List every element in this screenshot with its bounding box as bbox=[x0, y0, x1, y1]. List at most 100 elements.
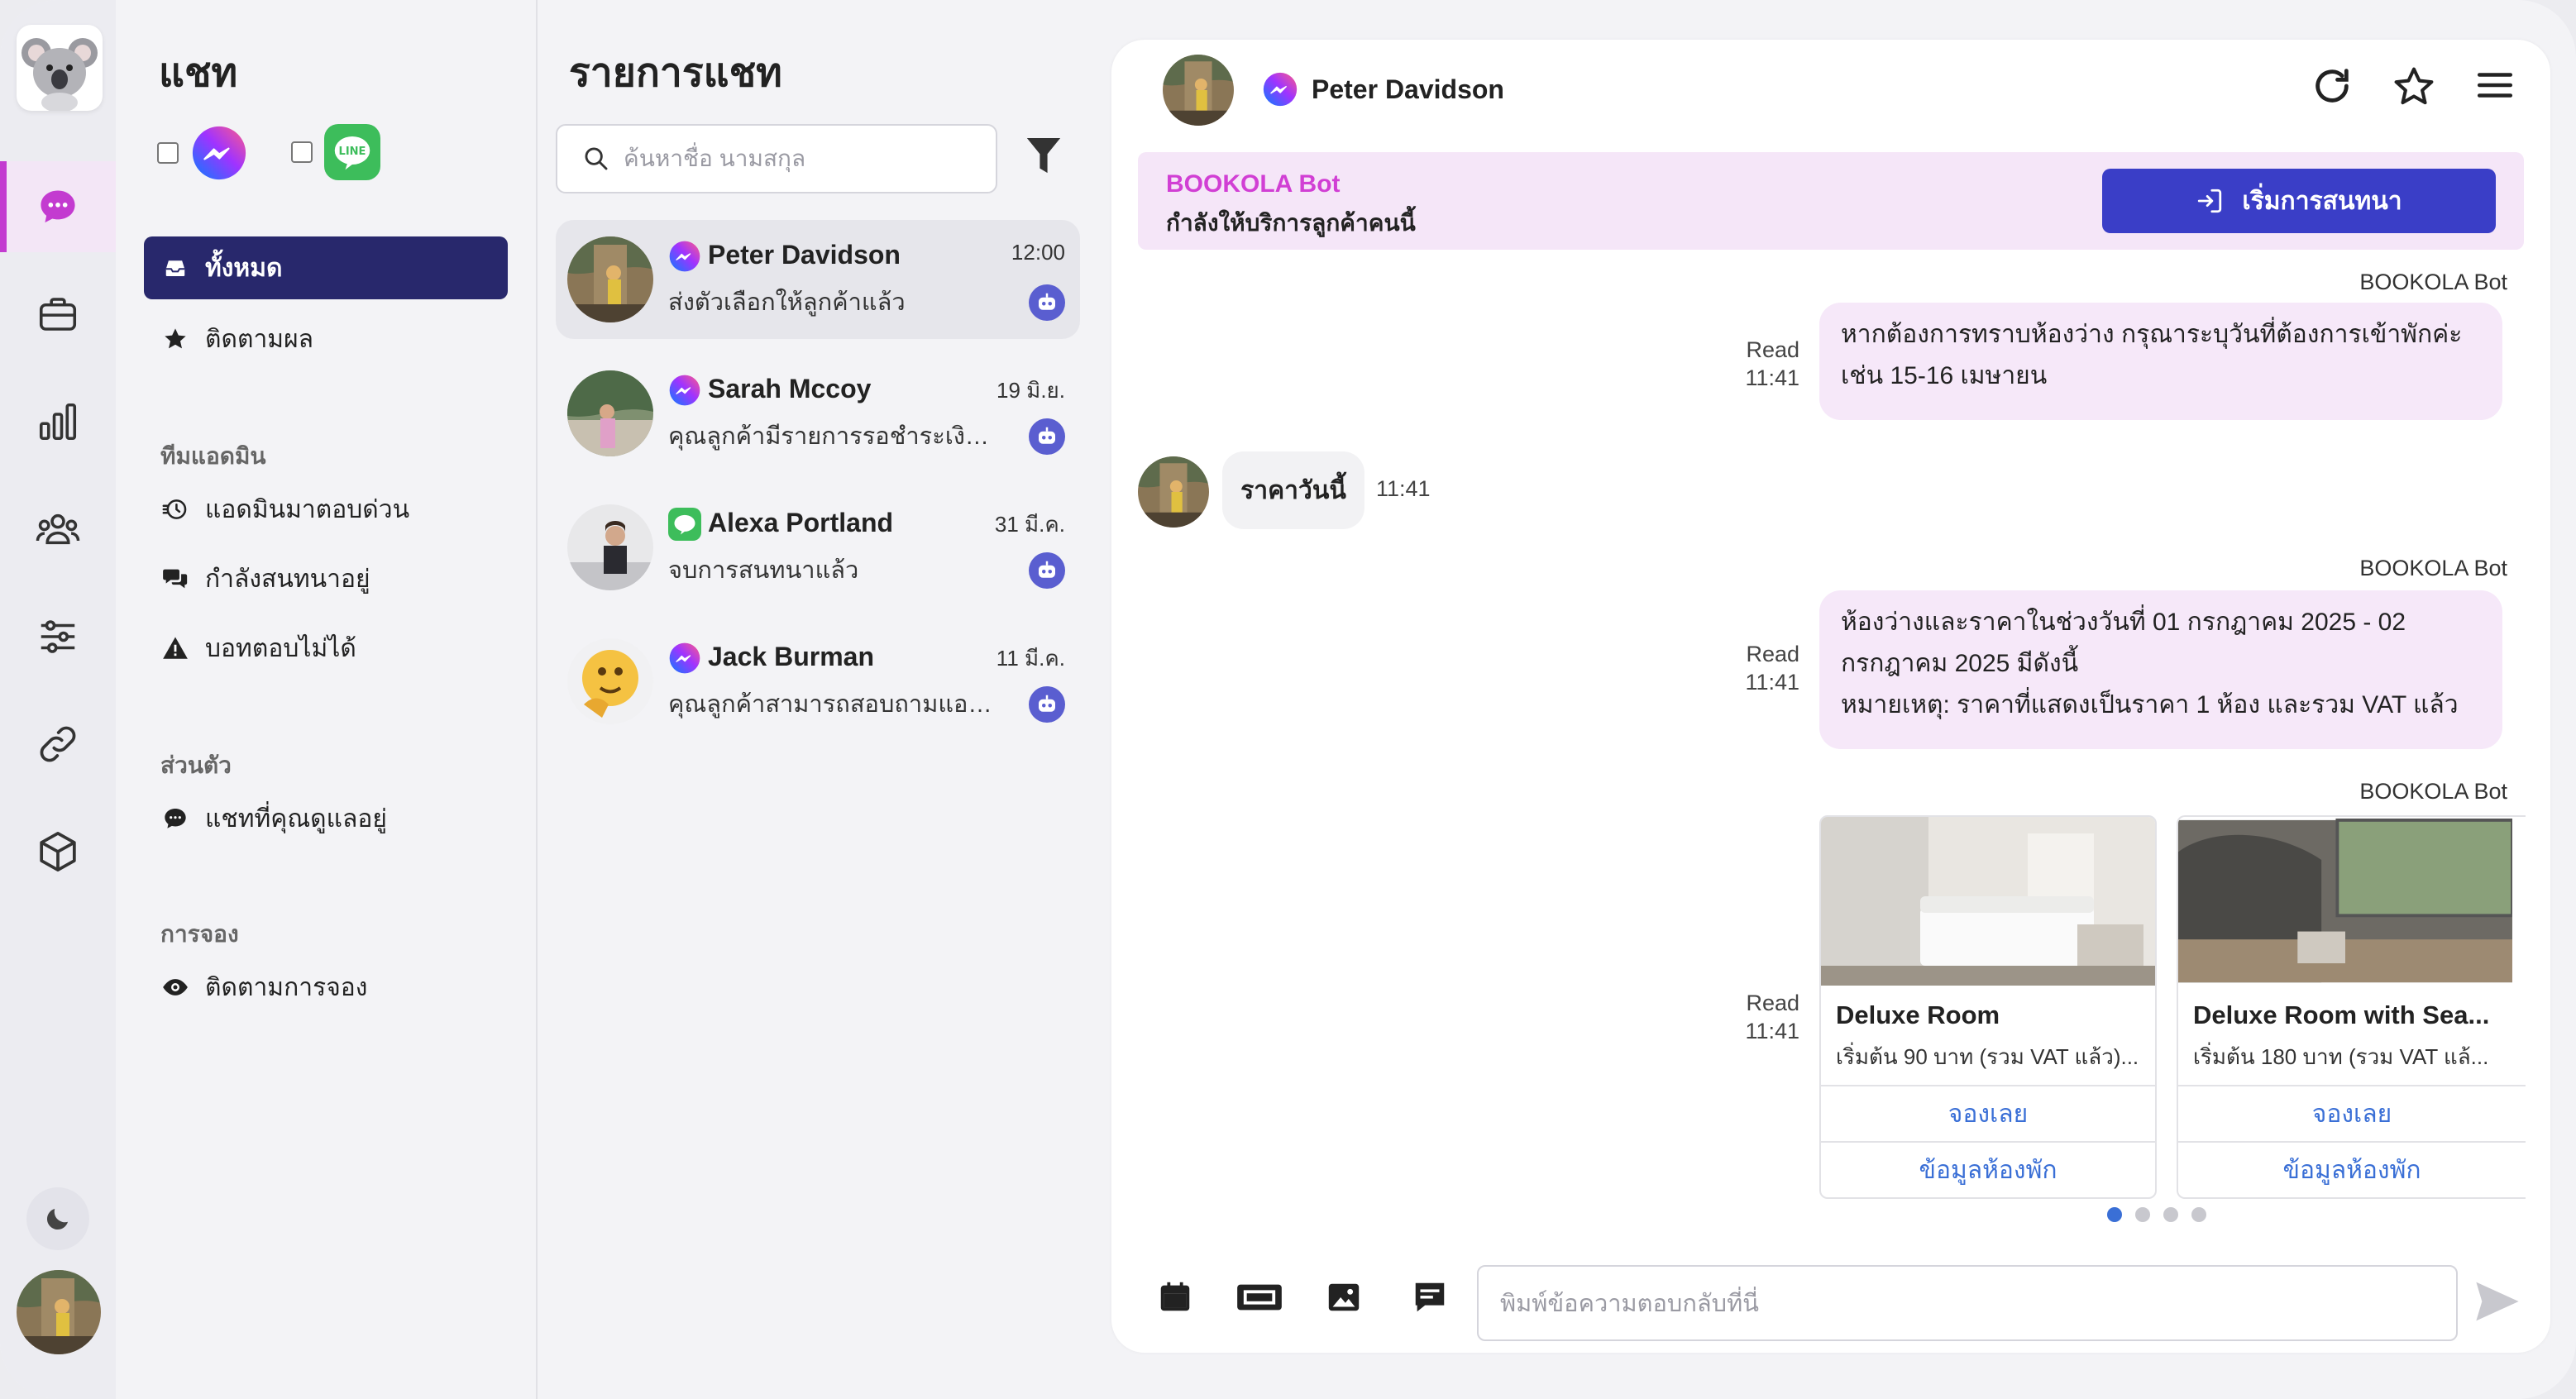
carousel-dot[interactable] bbox=[2163, 1207, 2178, 1222]
rail-users-button[interactable] bbox=[0, 484, 116, 575]
calendar-icon bbox=[1160, 1282, 1190, 1311]
rail-chat-button[interactable] bbox=[0, 161, 116, 252]
chat-panel: Peter Davidson BOOKOLA Bot กำลังให้บริกา… bbox=[1111, 40, 2550, 1353]
contact-avatar bbox=[1138, 456, 1209, 528]
eye-icon bbox=[163, 979, 188, 996]
rail-stats-button[interactable] bbox=[0, 376, 116, 467]
nav-all[interactable]: ทั้งหมด bbox=[144, 236, 508, 299]
nav-cannot-answer[interactable]: บอทตอบไม่ได้ bbox=[144, 617, 508, 680]
carousel-dot[interactable] bbox=[2135, 1207, 2150, 1222]
book-now-button[interactable]: จองเลย bbox=[1821, 1085, 2155, 1141]
line-checkbox[interactable] bbox=[291, 141, 313, 163]
bot-icon bbox=[1029, 418, 1065, 455]
nav-admin-quick[interactable]: แอดมินมาตอบด่วน bbox=[144, 478, 508, 541]
favorite-button[interactable] bbox=[2392, 64, 2436, 109]
send-button[interactable] bbox=[2474, 1280, 2521, 1323]
warning-icon bbox=[163, 637, 188, 659]
conversation-item[interactable]: Sarah Mccoy คุณลูกค้ามีรายการรอชำระเงิน.… bbox=[556, 354, 1080, 473]
personal-section-label: ส่วนตัว bbox=[160, 752, 232, 778]
room-info-button[interactable]: ข้อมูลห้องพัก bbox=[2178, 1141, 2526, 1197]
message-sender: BOOKOLA Bot bbox=[2359, 556, 2507, 580]
bot-icon bbox=[1029, 284, 1065, 321]
rail-package-button[interactable] bbox=[0, 806, 116, 897]
refresh-button[interactable] bbox=[2311, 64, 2354, 109]
team-section-label: ทีมแอดมิน bbox=[160, 443, 266, 469]
nav-follow[interactable]: ติดตามผล bbox=[144, 308, 508, 370]
rail-settings-button[interactable] bbox=[0, 591, 116, 682]
messenger-checkbox[interactable] bbox=[157, 142, 179, 164]
send-icon bbox=[2476, 1282, 2519, 1321]
messenger-icon bbox=[1263, 72, 1298, 107]
theme-toggle-button[interactable] bbox=[26, 1187, 89, 1250]
channel-filter-line[interactable]: LINE bbox=[291, 124, 380, 180]
search-icon bbox=[585, 147, 608, 170]
nav-track-booking[interactable]: ติดตามการจอง bbox=[144, 956, 508, 1019]
banner-bot-name: BOOKOLA Bot bbox=[1166, 170, 1341, 198]
search-input[interactable]: ค้นหาชื่อ นามสกุล bbox=[556, 124, 997, 193]
nav-track-booking-label: ติดตามการจอง bbox=[205, 973, 368, 1001]
start-conversation-button[interactable]: เริ่มการสนทนา bbox=[2102, 169, 2496, 233]
nav-cannot-answer-label: บอทตอบไม่ได้ bbox=[205, 634, 356, 662]
user-avatar[interactable] bbox=[17, 1270, 101, 1354]
bot-message-bubble: ห้องว่างและราคาในช่วงวันที่ 01 กรกฎาคม 2… bbox=[1819, 590, 2502, 749]
icon-rail bbox=[0, 0, 116, 1399]
carousel-dot[interactable] bbox=[2107, 1207, 2122, 1222]
message-time: 12:00 bbox=[1011, 240, 1065, 265]
quick-reply-button[interactable] bbox=[1411, 1278, 1449, 1316]
nav-chatting[interactable]: กำลังสนทนาอยู่ bbox=[144, 547, 508, 610]
message-time: 11:41 bbox=[1376, 476, 1431, 501]
ticket-button[interactable] bbox=[1235, 1278, 1283, 1316]
nav-my-chats-label: แชทที่คุณดูแลอยู่ bbox=[205, 805, 387, 833]
contact-name: Jack Burman bbox=[708, 642, 874, 671]
chat-list-title: รายการแชท bbox=[569, 51, 782, 95]
line-app-icon bbox=[668, 508, 701, 541]
ticket-icon bbox=[1237, 1284, 1282, 1311]
briefcase-icon bbox=[39, 298, 77, 331]
chat-header-name: Peter Davidson bbox=[1312, 74, 1504, 104]
bot-message-bubble: หากต้องการทราบห้องว่าง กรุณาระบุวันที่ต้… bbox=[1819, 303, 2502, 420]
messenger-icon bbox=[669, 375, 700, 406]
image-button[interactable] bbox=[1325, 1278, 1363, 1316]
bot-icon bbox=[1029, 686, 1065, 723]
menu-button[interactable] bbox=[2474, 64, 2516, 109]
message-input-placeholder: พิมพ์ข้อความตอบกลับที่นี่ bbox=[1500, 1291, 1760, 1317]
line-app-icon: LINE bbox=[324, 124, 380, 180]
filter-funnel-icon bbox=[1026, 138, 1061, 174]
banner-status-text: กำลังให้บริการลูกค้าคนนี้ bbox=[1166, 210, 1416, 236]
room-info-button[interactable]: ข้อมูลห้องพัก bbox=[1821, 1141, 2155, 1197]
hamburger-menu-icon bbox=[2477, 73, 2513, 98]
koala-logo[interactable] bbox=[17, 25, 103, 111]
last-message-preview: คุณลูกค้าสามารถสอบถามแอด... bbox=[668, 691, 999, 718]
rail-briefcase-button[interactable] bbox=[0, 269, 116, 360]
conversation-item[interactable]: Alexa Portland จบการสนทนาแล้ว 31 มี.ค. bbox=[556, 488, 1080, 607]
package-cube-icon bbox=[40, 831, 76, 872]
rail-link-button[interactable] bbox=[0, 699, 116, 790]
channel-filter-messenger[interactable] bbox=[157, 124, 248, 182]
conversation-icon bbox=[163, 569, 188, 589]
book-now-button[interactable]: จองเลย bbox=[2178, 1085, 2526, 1141]
message-time: 11 มี.ค. bbox=[996, 646, 1065, 671]
room-title: Deluxe Room bbox=[1836, 1000, 2000, 1029]
contact-name: Alexa Portland bbox=[708, 508, 894, 537]
contact-avatar[interactable] bbox=[1163, 55, 1234, 126]
nav-my-chats[interactable]: แชทที่คุณดูแลอยู่ bbox=[144, 787, 508, 850]
last-message-preview: ส่งตัวเลือกให้ลูกค้าแล้ว bbox=[668, 289, 906, 316]
star-outline-icon bbox=[2394, 67, 2434, 105]
conversation-item[interactable]: Peter Davidson ส่งตัวเลือกให้ลูกค้าแล้ว … bbox=[556, 220, 1080, 339]
carousel-dot[interactable] bbox=[2191, 1207, 2206, 1222]
room-title: Deluxe Room with Sea... bbox=[2193, 1000, 2490, 1029]
room-card: Deluxe Room with Sea... เริ่มต้น 180 บาท… bbox=[2177, 815, 2526, 1199]
filter-button[interactable] bbox=[1025, 136, 1062, 177]
user-message-bubble: ราคาวันนี้ bbox=[1222, 451, 1364, 529]
chat-dots-icon bbox=[165, 809, 186, 828]
search-placeholder: ค้นหาชื่อ นามสกุล bbox=[624, 146, 806, 171]
message-time: 31 มี.ค. bbox=[994, 512, 1065, 537]
message-input[interactable]: พิมพ์ข้อความตอบกลับที่นี่ bbox=[1477, 1265, 2458, 1341]
conversation-item[interactable]: Jack Burman คุณลูกค้าสามารถสอบถามแอด... … bbox=[556, 622, 1080, 741]
chat-sidebar: แชท LINE ทั้งหมด ติดตามผล ทีมแอดมิน แอดม… bbox=[116, 0, 538, 1399]
read-receipt: Read 11:41 bbox=[1745, 642, 1799, 695]
history-clock-icon bbox=[162, 499, 187, 519]
svg-text:LINE: LINE bbox=[339, 146, 366, 158]
contact-avatar bbox=[567, 638, 653, 724]
calendar-button[interactable] bbox=[1156, 1278, 1194, 1316]
